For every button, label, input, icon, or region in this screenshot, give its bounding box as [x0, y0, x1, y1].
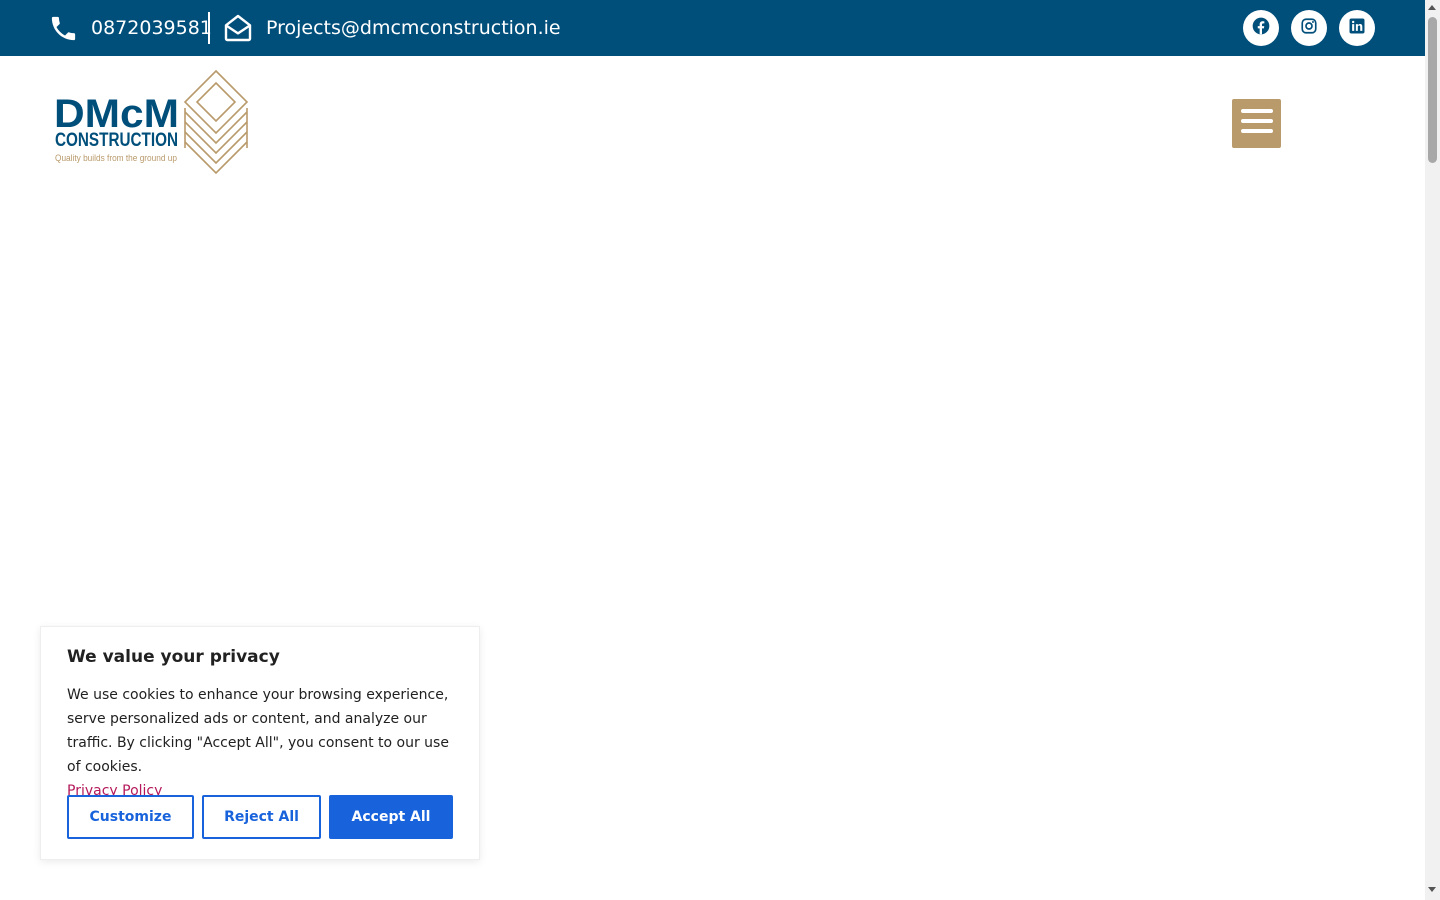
phone-link[interactable]: 0872039581: [48, 0, 212, 56]
linkedin-icon: [1348, 17, 1366, 40]
instagram-icon: [1300, 17, 1318, 40]
logo-tagline: Quality builds from the ground up: [55, 153, 177, 163]
page-scrollbar[interactable]: [1425, 0, 1440, 900]
cookie-title: We value your privacy: [67, 647, 280, 667]
instagram-button[interactable]: [1291, 10, 1327, 46]
accept-all-button[interactable]: Accept All: [329, 795, 453, 839]
phone-icon: [48, 13, 79, 44]
page: 0872039581 Projects@dmcmconstruction.ie: [0, 0, 1440, 900]
cookie-description: We use cookies to enhance your browsing …: [67, 683, 459, 803]
top-contact-bar: 0872039581 Projects@dmcmconstruction.ie: [0, 0, 1425, 56]
menu-button[interactable]: [1232, 99, 1281, 148]
envelope-open-icon: [222, 12, 254, 44]
scrollbar-thumb[interactable]: [1428, 17, 1437, 163]
email-link[interactable]: Projects@dmcmconstruction.ie: [222, 0, 561, 56]
logo-construction: CONSTRUCTION: [55, 130, 178, 151]
customize-button[interactable]: Customize: [67, 795, 194, 839]
linkedin-button[interactable]: [1339, 10, 1375, 46]
scroll-up-arrow-icon[interactable]: [1428, 5, 1436, 10]
facebook-icon: [1251, 16, 1271, 41]
email-address: Projects@dmcmconstruction.ie: [266, 17, 561, 39]
reject-all-button[interactable]: Reject All: [202, 795, 321, 839]
logo-diamond-mark: [183, 69, 249, 175]
cookie-description-text: We use cookies to enhance your browsing …: [67, 687, 449, 775]
facebook-button[interactable]: [1243, 10, 1279, 46]
contact-divider: [208, 12, 210, 44]
scroll-down-arrow-icon[interactable]: [1428, 887, 1436, 892]
phone-number: 0872039581: [91, 17, 212, 39]
cookie-consent-banner: We value your privacy We use cookies to …: [40, 626, 480, 860]
site-logo[interactable]: DMcM CONSTRUCTION Quality builds from th…: [52, 68, 252, 178]
hamburger-menu-icon: [1240, 109, 1273, 138]
